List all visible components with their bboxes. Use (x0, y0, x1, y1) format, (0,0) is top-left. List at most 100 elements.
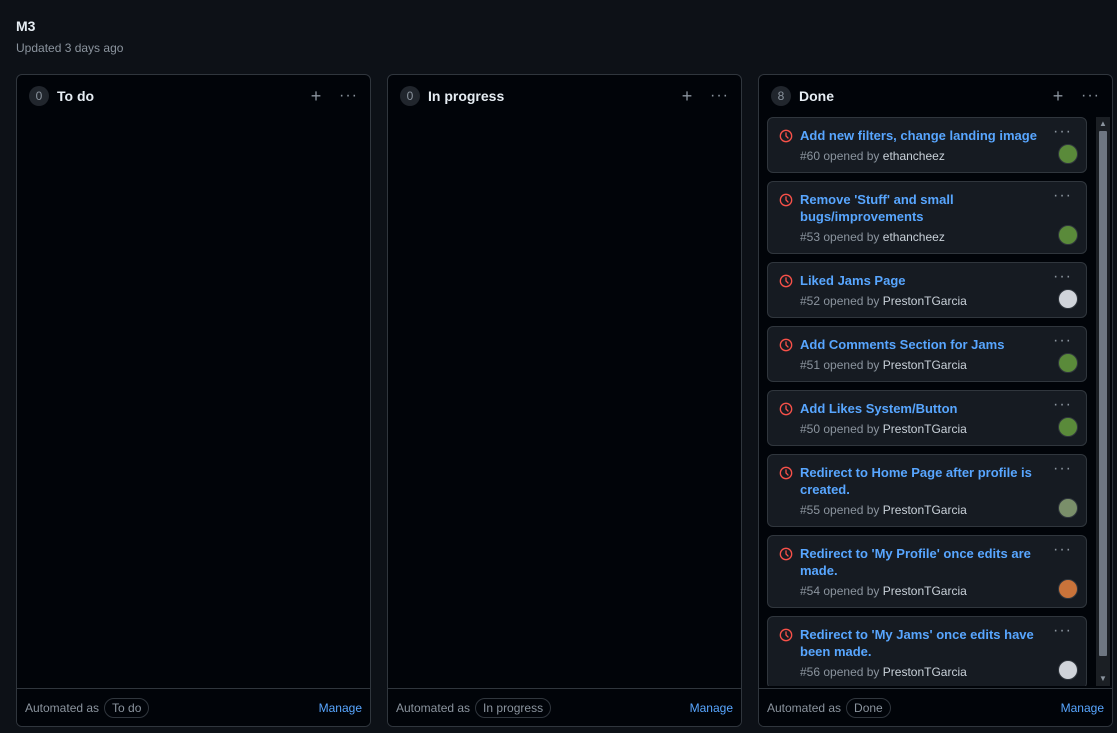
card-item[interactable]: Redirect to 'My Profile' once edits are … (767, 535, 1087, 608)
closed-pull-request-icon (779, 628, 793, 642)
kebab-horizontal-icon[interactable]: ··· (1053, 461, 1072, 477)
card-item[interactable]: Redirect to 'My Jams' once edits have be… (767, 616, 1087, 686)
card-title-link[interactable]: Add Likes System/Button (800, 400, 1050, 417)
avatar[interactable] (1058, 498, 1078, 518)
avatar[interactable] (1058, 144, 1078, 164)
automation-badge: Done (846, 697, 891, 718)
manage-link[interactable]: Manage (690, 701, 733, 715)
author-name[interactable]: PrestonTGarcia (883, 358, 967, 372)
card-meta: #60 opened by ethancheez (800, 148, 1050, 164)
card-list: Add new filters, change landing image #6… (767, 117, 1087, 686)
plus-icon[interactable]: + (678, 87, 696, 105)
issue-number: #53 (800, 230, 821, 244)
card-title-link[interactable]: Redirect to 'My Profile' once edits are … (800, 545, 1050, 579)
kebab-horizontal-icon[interactable]: ··· (1053, 542, 1072, 558)
card-meta: #56 opened by PrestonTGarcia (800, 664, 1050, 680)
avatar[interactable] (1058, 353, 1078, 373)
plus-icon[interactable]: + (1049, 87, 1067, 105)
column-header: 8 Done + ··· (759, 75, 1112, 117)
manage-link[interactable]: Manage (1061, 701, 1104, 715)
kebab-horizontal-icon[interactable]: ··· (339, 88, 358, 104)
kebab-horizontal-icon[interactable]: ··· (1053, 269, 1072, 285)
closed-pull-request-icon (779, 466, 793, 480)
kebab-horizontal-icon[interactable]: ··· (1053, 397, 1072, 413)
closed-pull-request-icon (779, 547, 793, 561)
card-item[interactable]: Add Comments Section for Jams #51 opened… (767, 326, 1087, 382)
card-title-link[interactable]: Redirect to Home Page after profile is c… (800, 464, 1050, 498)
card-item[interactable]: Add Likes System/Button #50 opened by Pr… (767, 390, 1087, 446)
column-count-badge: 0 (29, 86, 49, 106)
author-name[interactable]: PrestonTGarcia (883, 294, 967, 308)
column-header: 0 To do + ··· (17, 75, 370, 117)
author-name[interactable]: PrestonTGarcia (883, 665, 967, 679)
card-item[interactable]: Add new filters, change landing image #6… (767, 117, 1087, 173)
column-count-badge: 0 (400, 86, 420, 106)
board-title: M3 (16, 18, 36, 34)
card-meta: #53 opened by ethancheez (800, 229, 1050, 245)
issue-number: #54 (800, 584, 821, 598)
card-meta: #52 opened by PrestonTGarcia (800, 293, 1050, 309)
opened-by-label: opened by (823, 584, 880, 598)
closed-pull-request-icon (779, 402, 793, 416)
kebab-horizontal-icon[interactable]: ··· (1053, 124, 1072, 140)
kebab-horizontal-icon[interactable]: ··· (1081, 88, 1100, 104)
card-meta: #54 opened by PrestonTGarcia (800, 583, 1050, 599)
closed-pull-request-icon (779, 129, 793, 143)
opened-by-label: opened by (823, 422, 880, 436)
kebab-horizontal-icon[interactable]: ··· (1053, 188, 1072, 204)
author-name[interactable]: PrestonTGarcia (883, 422, 967, 436)
closed-pull-request-icon (779, 338, 793, 352)
issue-number: #56 (800, 665, 821, 679)
opened-by-label: opened by (823, 358, 880, 372)
avatar[interactable] (1058, 289, 1078, 309)
column-footer: Automated as Done Manage (759, 688, 1112, 726)
author-name[interactable]: ethancheez (883, 230, 945, 244)
kebab-horizontal-icon[interactable]: ··· (1053, 623, 1072, 639)
card-title-link[interactable]: Liked Jams Page (800, 272, 1050, 289)
issue-number: #55 (800, 503, 821, 517)
card-title-link[interactable]: Add new filters, change landing image (800, 127, 1050, 144)
kebab-horizontal-icon[interactable]: ··· (710, 88, 729, 104)
column-done: 8 Done + ··· Add new filters, change lan… (758, 74, 1113, 727)
column-footer: Automated as In progress Manage (388, 688, 741, 726)
issue-number: #50 (800, 422, 821, 436)
automated-label: Automated as (396, 700, 471, 715)
card-meta: #55 opened by PrestonTGarcia (800, 502, 1050, 518)
plus-icon[interactable]: + (307, 87, 325, 105)
scroll-up-arrow-icon[interactable]: ▲ (1096, 117, 1110, 131)
board-updated-text: Updated 3 days ago (16, 41, 124, 55)
column-title: In progress (428, 88, 505, 104)
avatar[interactable] (1058, 417, 1078, 437)
opened-by-label: opened by (823, 149, 880, 163)
issue-number: #52 (800, 294, 821, 308)
avatar[interactable] (1058, 225, 1078, 245)
card-title-link[interactable]: Add Comments Section for Jams (800, 336, 1050, 353)
manage-link[interactable]: Manage (319, 701, 362, 715)
column-in-progress: 0 In progress + ··· Automated as In prog… (387, 74, 742, 727)
automation-badge: In progress (475, 697, 552, 718)
kebab-horizontal-icon[interactable]: ··· (1053, 333, 1072, 349)
scrollbar-thumb[interactable] (1099, 131, 1107, 656)
card-item[interactable]: Remove 'Stuff' and small bugs/improvemen… (767, 181, 1087, 254)
closed-pull-request-icon (779, 274, 793, 288)
avatar[interactable] (1058, 660, 1078, 680)
card-meta: #50 opened by PrestonTGarcia (800, 421, 1050, 437)
scroll-down-arrow-icon[interactable]: ▼ (1096, 672, 1110, 686)
card-item[interactable]: Liked Jams Page #52 opened by PrestonTGa… (767, 262, 1087, 318)
column-count-badge: 8 (771, 86, 791, 106)
card-item[interactable]: Redirect to Home Page after profile is c… (767, 454, 1087, 527)
automation-badge: To do (104, 697, 150, 718)
issue-number: #51 (800, 358, 821, 372)
opened-by-label: opened by (823, 665, 880, 679)
author-name[interactable]: PrestonTGarcia (883, 584, 967, 598)
avatar[interactable] (1058, 579, 1078, 599)
author-name[interactable]: ethancheez (883, 149, 945, 163)
column-title: To do (57, 88, 95, 104)
card-title-link[interactable]: Remove 'Stuff' and small bugs/improvemen… (800, 191, 1050, 225)
author-name[interactable]: PrestonTGarcia (883, 503, 967, 517)
card-title-link[interactable]: Redirect to 'My Jams' once edits have be… (800, 626, 1050, 660)
card-meta: #51 opened by PrestonTGarcia (800, 357, 1050, 373)
scrollbar[interactable]: ▲ ▼ (1096, 117, 1110, 686)
board-header: M3 Updated 3 days ago (16, 16, 123, 55)
opened-by-label: opened by (823, 503, 880, 517)
